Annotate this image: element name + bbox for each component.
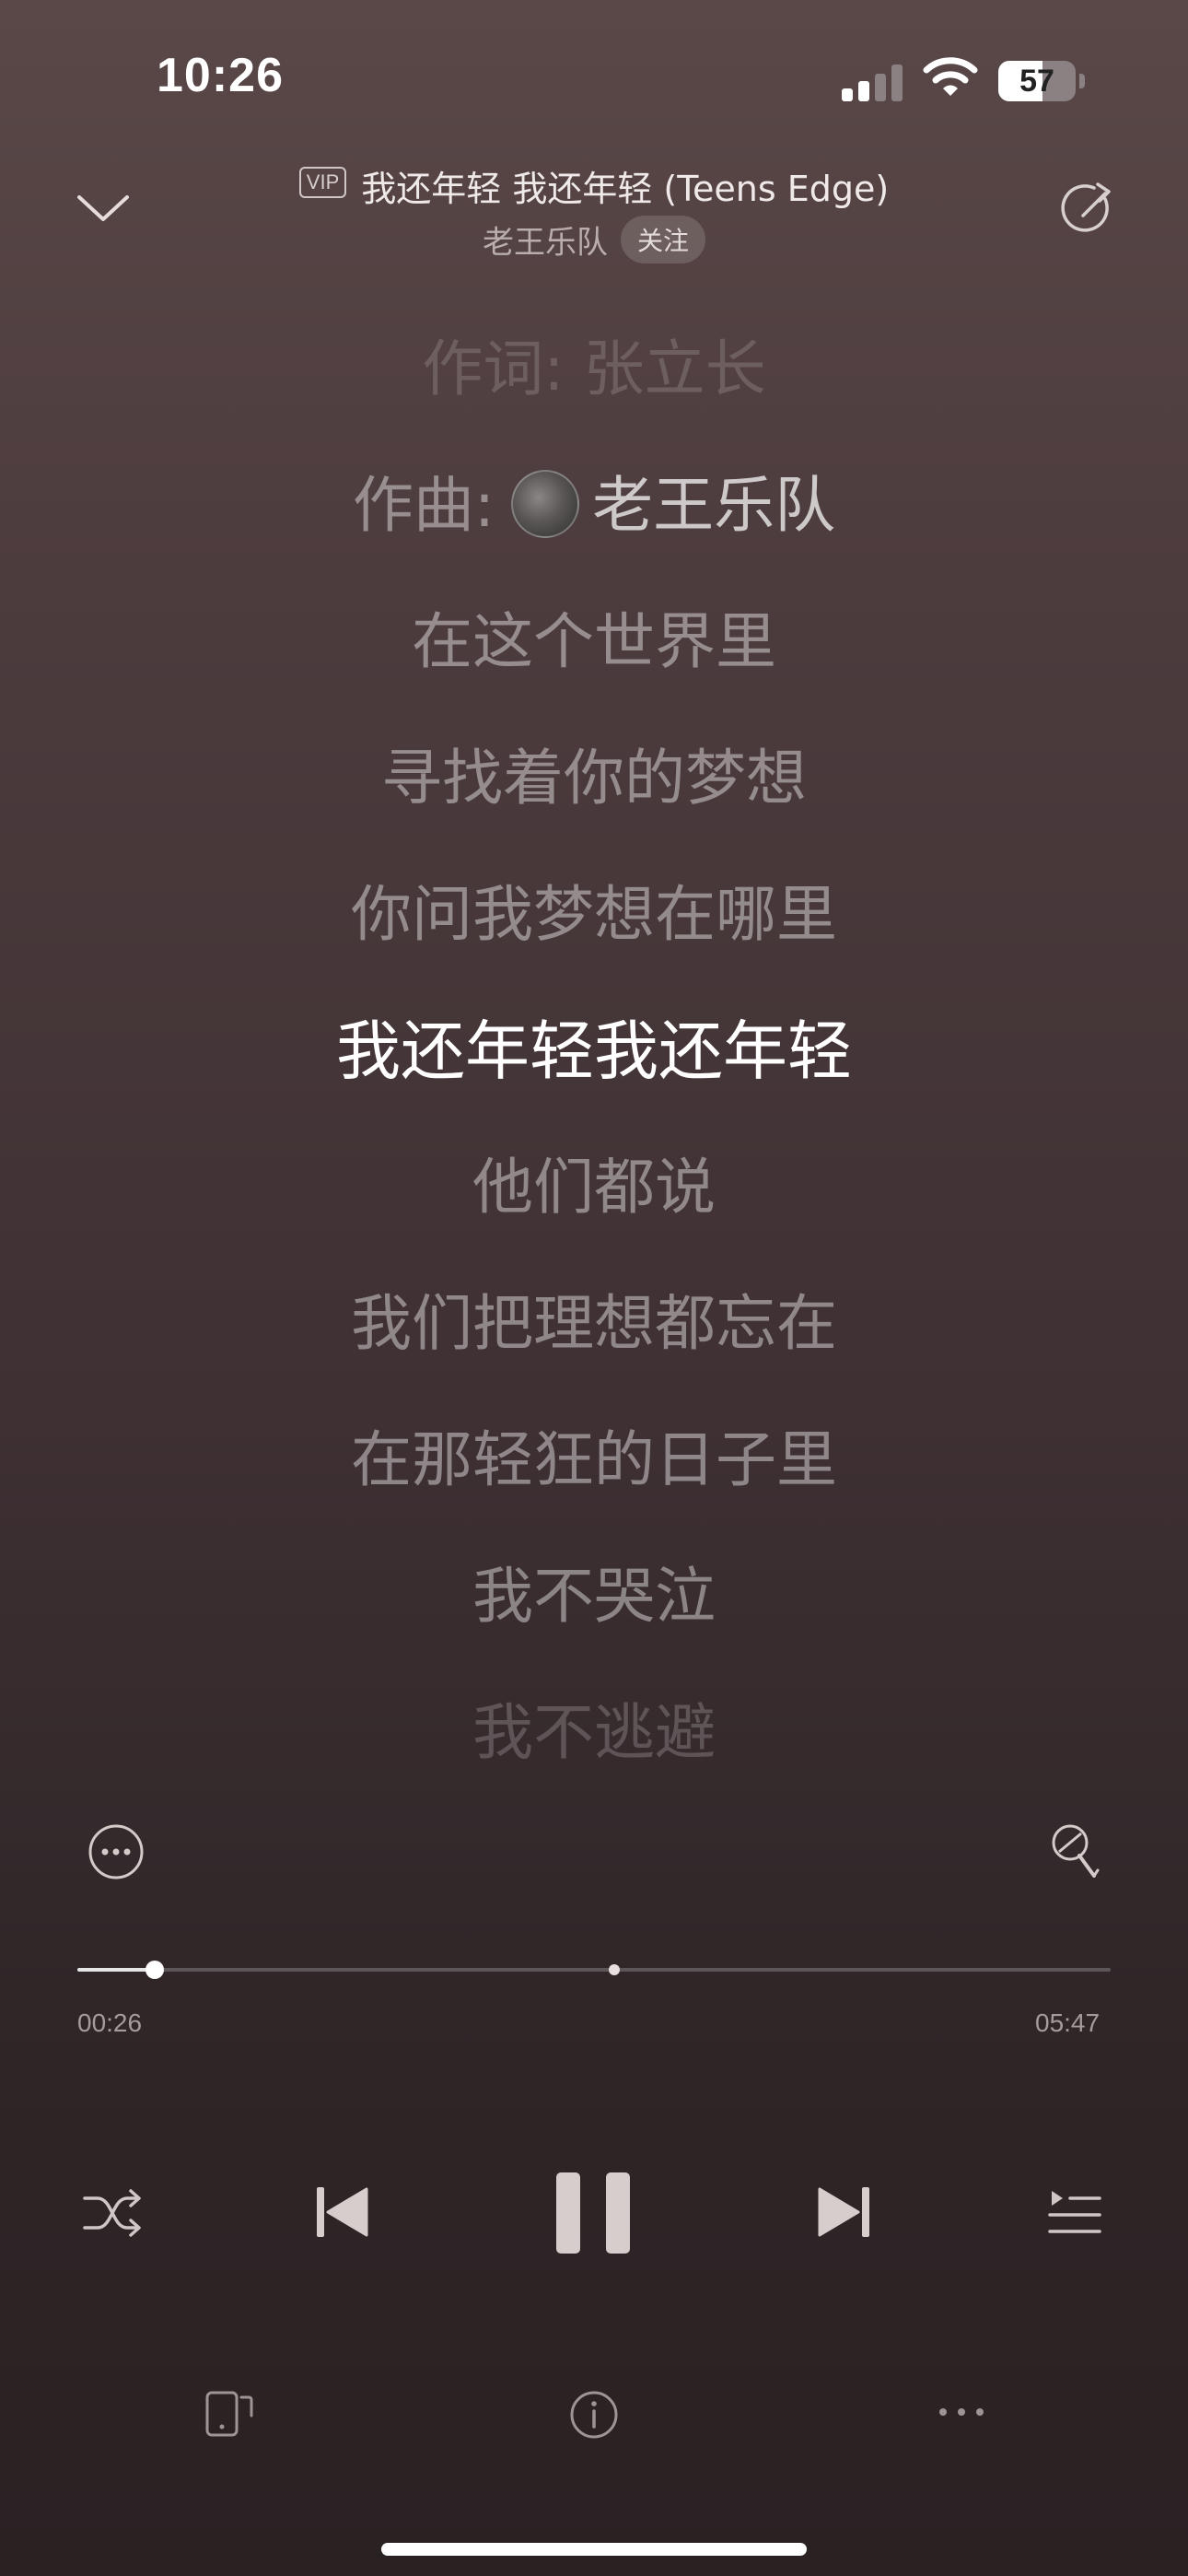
- lyric-line[interactable]: 在那轻狂的日子里: [0, 1419, 1188, 1502]
- progress-thumb[interactable]: [146, 1961, 165, 1979]
- cellular-signal-icon: [842, 64, 903, 101]
- progress-played: [77, 1968, 156, 1972]
- battery-level: 57: [1019, 64, 1054, 99]
- total-time: 05:47: [1035, 2008, 1101, 2037]
- lyrics-panel[interactable]: 作词: 张立长 作曲: 老王乐队 在这个世界里 寻找着你的梦想 你问我梦想在哪里 …: [0, 332, 1188, 1806]
- lyric-line-composer[interactable]: 作曲: 老王乐队: [0, 464, 1188, 547]
- next-icon[interactable]: [816, 2184, 873, 2241]
- pause-icon[interactable]: [554, 2171, 634, 2255]
- home-indicator[interactable]: [381, 2543, 807, 2556]
- lyric-line[interactable]: 你问我梦想在哪里: [0, 873, 1188, 956]
- lyric-line[interactable]: 我们把理想都忘在: [0, 1282, 1188, 1365]
- shuffle-icon[interactable]: [81, 2184, 144, 2242]
- device-icon[interactable]: [204, 2390, 254, 2438]
- composer-avatar[interactable]: [511, 469, 580, 538]
- share-icon[interactable]: [1061, 181, 1118, 238]
- composer-name[interactable]: 老王乐队: [592, 470, 835, 541]
- vip-badge: VIP: [298, 166, 347, 198]
- current-time: 00:26: [77, 2008, 143, 2037]
- lyric-line[interactable]: 他们都说: [0, 1146, 1188, 1229]
- lyric-line[interactable]: 我不哭泣: [0, 1555, 1188, 1638]
- more-dots-icon[interactable]: [936, 2405, 987, 2419]
- wifi-icon: [923, 57, 978, 96]
- artist-row: 老王乐队 关注: [0, 216, 1188, 263]
- lyric-line[interactable]: 寻找着你的梦想: [0, 737, 1188, 820]
- info-icon[interactable]: [569, 2390, 619, 2440]
- song-title-row[interactable]: VIP 我还年轻 我还年轻 (Teens Edge): [0, 160, 1188, 211]
- artist-name[interactable]: 老王乐队: [483, 225, 608, 262]
- progress-track[interactable]: [77, 1968, 1111, 1972]
- lyric-line-active[interactable]: 我还年轻我还年轻: [0, 1010, 1188, 1093]
- progress-marker: [609, 1964, 621, 1975]
- lyric-line[interactable]: 作词: 张立长: [0, 332, 1188, 411]
- battery-indicator: 57: [998, 61, 1085, 101]
- lyric-line[interactable]: 我不逃避: [0, 1692, 1188, 1774]
- song-title: 我还年轻 我还年轻 (Teens Edge): [361, 169, 890, 209]
- lyric-line[interactable]: 在这个世界里: [0, 601, 1188, 684]
- status-time: 10:26: [157, 49, 284, 102]
- composer-label: 作曲:: [352, 470, 495, 541]
- previous-icon[interactable]: [313, 2184, 370, 2241]
- more-circle-icon[interactable]: [87, 1822, 146, 1881]
- playlist-icon[interactable]: [1046, 2187, 1101, 2239]
- microphone-icon[interactable]: [1046, 1822, 1101, 1883]
- follow-button[interactable]: 关注: [620, 216, 705, 263]
